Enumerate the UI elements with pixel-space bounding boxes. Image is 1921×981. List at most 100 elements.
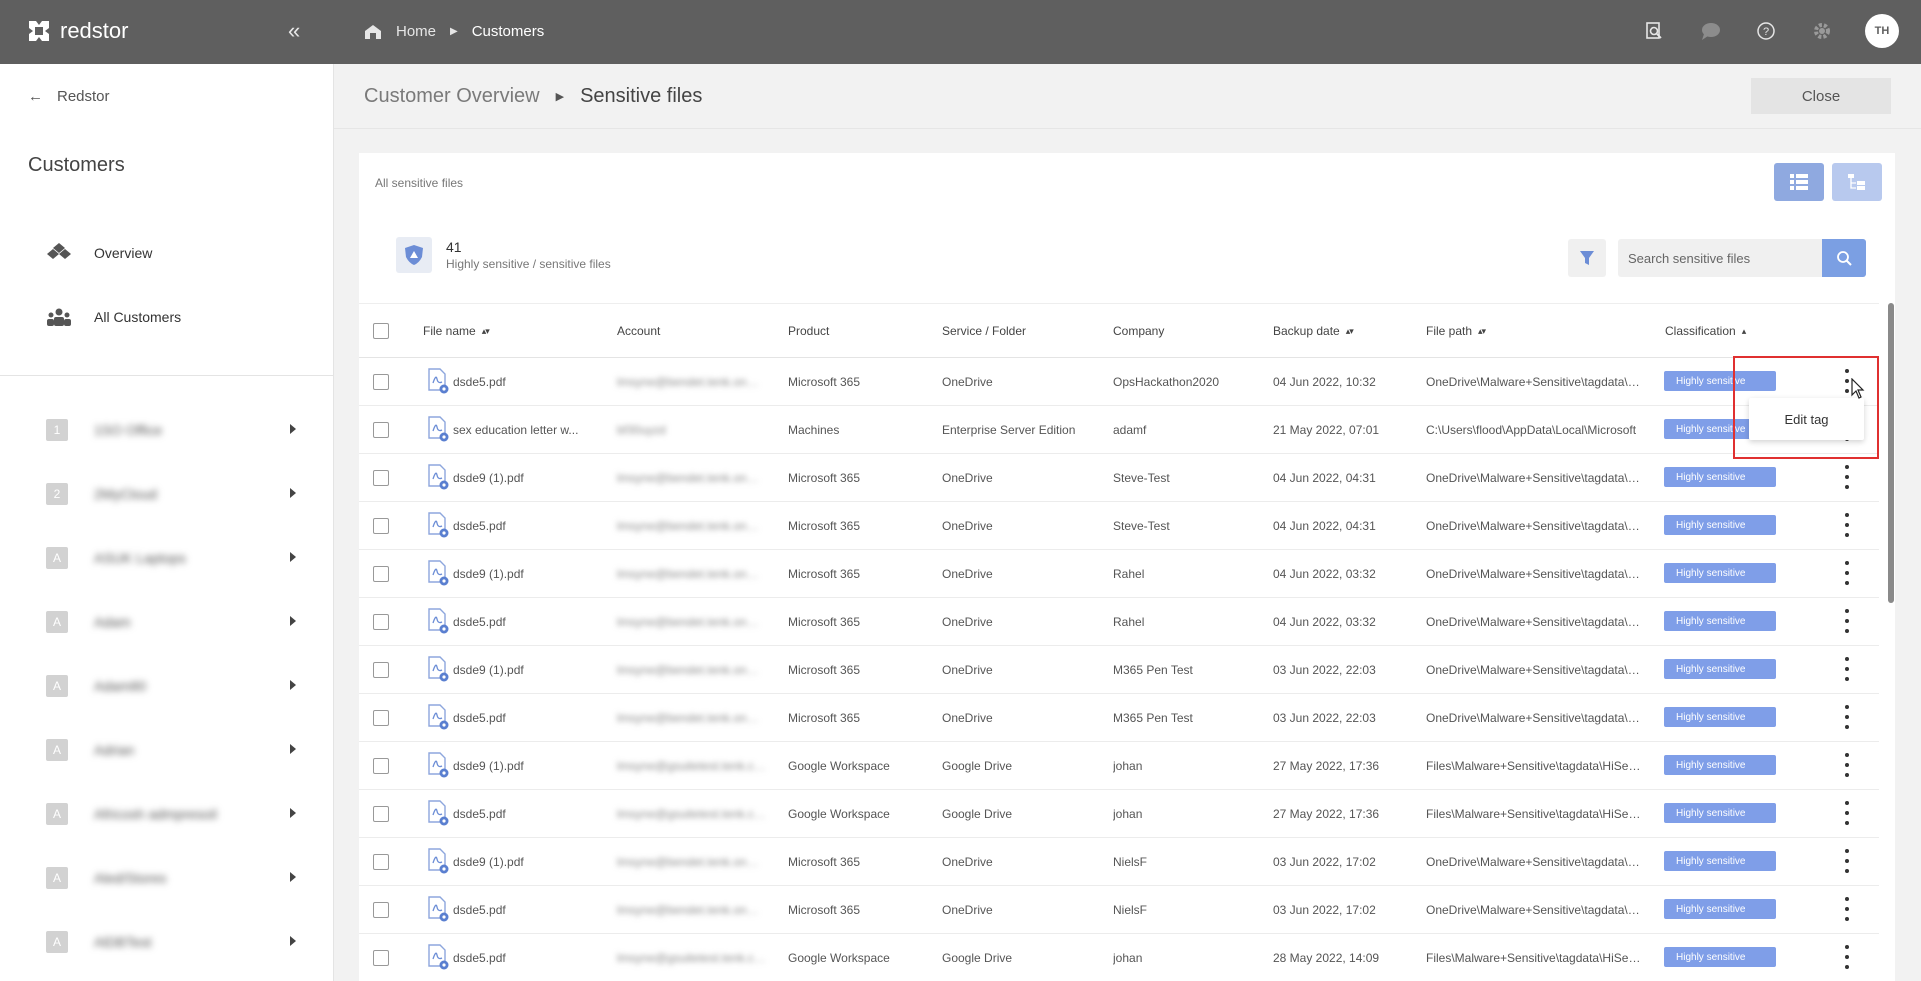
table-row[interactable]: dsde5.pdf lmsyne@gsuitetest.tenk.com Googl… <box>359 790 1879 838</box>
row-more-options-icon[interactable] <box>1844 849 1850 873</box>
cell-file-name[interactable]: dsde9 (1).pdf <box>453 471 603 485</box>
customer-item[interactable]: A AlDBTest <box>46 930 296 954</box>
expand-arrow-icon[interactable] <box>290 936 296 946</box>
table-row[interactable]: dsde5.pdf lmsyne@bendet.tenk.onmicrosoft.… <box>359 502 1879 550</box>
expand-arrow-icon[interactable] <box>290 488 296 498</box>
row-checkbox[interactable] <box>373 614 389 630</box>
customer-item[interactable]: 1 1SO Office <box>46 418 296 442</box>
cell-file-name[interactable]: dsde5.pdf <box>453 711 603 725</box>
search-file-icon[interactable] <box>1641 18 1667 44</box>
expand-arrow-icon[interactable] <box>290 744 296 754</box>
row-checkbox[interactable] <box>373 518 389 534</box>
cell-file-name[interactable]: dsde9 (1).pdf <box>453 567 603 581</box>
row-more-options-icon[interactable] <box>1844 657 1850 681</box>
table-row[interactable]: sex education letter w... bf30uyzd Machine… <box>359 406 1879 454</box>
tree-view-button[interactable] <box>1832 163 1882 201</box>
expand-arrow-icon[interactable] <box>290 552 296 562</box>
row-more-options-icon[interactable] <box>1844 801 1850 825</box>
column-header-classification[interactable]: Classification ▴ <box>1665 324 1746 338</box>
row-more-options-icon[interactable] <box>1844 465 1850 489</box>
breadcrumb-customers[interactable]: Customers <box>472 23 545 40</box>
customer-item[interactable]: A Adam <box>46 610 296 634</box>
cell-file-name[interactable]: dsde5.pdf <box>453 807 603 821</box>
customer-item[interactable]: A Adrian <box>46 738 296 762</box>
list-view-button[interactable] <box>1774 163 1824 201</box>
row-more-options-icon[interactable] <box>1844 513 1850 537</box>
chat-icon[interactable] <box>1697 18 1723 44</box>
sort-icon[interactable]: ▴▾ <box>1478 326 1486 337</box>
cell-file-name[interactable]: dsde5.pdf <box>453 375 603 389</box>
table-row[interactable]: dsde9 (1).pdf lmsyne@gsuitetest.tenk.com G… <box>359 742 1879 790</box>
row-checkbox[interactable] <box>373 470 389 486</box>
breadcrumb-home[interactable]: Home <box>396 23 436 40</box>
row-checkbox[interactable] <box>373 758 389 774</box>
row-more-options-icon[interactable] <box>1844 705 1850 729</box>
expand-arrow-icon[interactable] <box>290 680 296 690</box>
expand-arrow-icon[interactable] <box>290 424 296 434</box>
sidebar-item-all-customers[interactable]: All Customers <box>46 306 181 328</box>
help-icon[interactable]: ? <box>1753 18 1779 44</box>
row-checkbox[interactable] <box>373 806 389 822</box>
table-row[interactable]: dsde9 (1).pdf lmsyne@bendet.tenk.onmicros… <box>359 550 1879 598</box>
table-row[interactable]: dsde5.pdf lmsyne@bendet.tenk.onmicrosoft.… <box>359 358 1879 406</box>
user-avatar[interactable]: TH <box>1865 14 1899 48</box>
table-scrollbar[interactable] <box>1888 303 1894 603</box>
sort-asc-icon[interactable]: ▴ <box>1742 326 1746 337</box>
sort-icon[interactable]: ▴▾ <box>482 326 490 337</box>
row-checkbox[interactable] <box>373 566 389 582</box>
column-header-backup-date[interactable]: Backup date ▴▾ <box>1273 324 1354 338</box>
classification-tag[interactable]: Highly sensitive <box>1664 707 1776 727</box>
classification-tag[interactable]: Highly sensitive <box>1664 899 1776 919</box>
table-row[interactable]: dsde5.pdf lmsyne@gsuitetest.tenk.com Googl… <box>359 934 1879 981</box>
cell-file-name[interactable]: dsde9 (1).pdf <box>453 855 603 869</box>
expand-arrow-icon[interactable] <box>290 872 296 882</box>
cell-file-name[interactable]: dsde5.pdf <box>453 903 603 917</box>
row-more-options-icon[interactable] <box>1844 561 1850 585</box>
back-link[interactable]: ← Redstor <box>28 88 110 105</box>
breadcrumb-customer-overview[interactable]: Customer Overview <box>364 85 540 108</box>
home-icon[interactable] <box>364 24 382 40</box>
classification-tag[interactable]: Highly sensitive <box>1664 947 1776 967</box>
row-checkbox[interactable] <box>373 422 389 438</box>
customer-item[interactable]: A Aled/Stores <box>46 866 296 890</box>
cell-file-name[interactable]: dsde5.pdf <box>453 519 603 533</box>
search-button[interactable] <box>1822 239 1866 277</box>
customer-item[interactable]: 2 2MyCloud <box>46 482 296 506</box>
classification-tag[interactable]: Highly sensitive <box>1664 515 1776 535</box>
classification-tag[interactable]: Highly sensitive <box>1664 803 1776 823</box>
row-more-options-icon[interactable] <box>1844 609 1850 633</box>
cell-file-name[interactable]: dsde9 (1).pdf <box>453 759 603 773</box>
filter-button[interactable] <box>1568 239 1606 277</box>
table-row[interactable]: dsde5.pdf lmsyne@bendet.tenk.onmicrosoft.… <box>359 886 1879 934</box>
classification-tag[interactable]: Highly sensitive <box>1664 659 1776 679</box>
table-row[interactable]: dsde9 (1).pdf lmsyne@bendet.tenk.onmicros… <box>359 838 1879 886</box>
row-checkbox[interactable] <box>373 854 389 870</box>
expand-arrow-icon[interactable] <box>290 616 296 626</box>
cell-file-name[interactable]: dsde9 (1).pdf <box>453 663 603 677</box>
table-row[interactable]: dsde5.pdf lmsyne@bendet.tenk.onmicrosoft.… <box>359 598 1879 646</box>
row-more-options-icon[interactable] <box>1844 945 1850 969</box>
sort-icon[interactable]: ▴▾ <box>1346 326 1354 337</box>
classification-tag[interactable]: Highly sensitive <box>1664 611 1776 631</box>
classification-tag[interactable]: Highly sensitive <box>1664 563 1776 583</box>
row-checkbox[interactable] <box>373 710 389 726</box>
close-button[interactable]: Close <box>1751 78 1891 114</box>
customer-item[interactable]: A ASUK Laptops <box>46 546 296 570</box>
select-all-checkbox[interactable] <box>373 323 389 339</box>
classification-tag[interactable]: Highly sensitive <box>1664 851 1776 871</box>
table-row[interactable]: dsde5.pdf lmsyne@bendet.tenk.onmicrosoft.… <box>359 694 1879 742</box>
row-checkbox[interactable] <box>373 662 389 678</box>
column-header-file-path[interactable]: File path ▴▾ <box>1426 324 1486 338</box>
gear-icon[interactable] <box>1809 18 1835 44</box>
edit-tag-menu-item[interactable]: Edit tag <box>1749 398 1864 440</box>
customer-item[interactable]: A Adam80 <box>46 674 296 698</box>
collapse-sidebar-icon[interactable]: « <box>288 20 300 42</box>
classification-tag[interactable]: Highly sensitive <box>1664 467 1776 487</box>
row-checkbox[interactable] <box>373 374 389 390</box>
row-checkbox[interactable] <box>373 950 389 966</box>
table-row[interactable]: dsde9 (1).pdf lmsyne@bendet.tenk.onmicros… <box>359 454 1879 502</box>
row-checkbox[interactable] <box>373 902 389 918</box>
redstor-logo[interactable]: redstor <box>26 18 128 44</box>
row-more-options-icon[interactable] <box>1844 753 1850 777</box>
search-input[interactable] <box>1618 239 1818 277</box>
